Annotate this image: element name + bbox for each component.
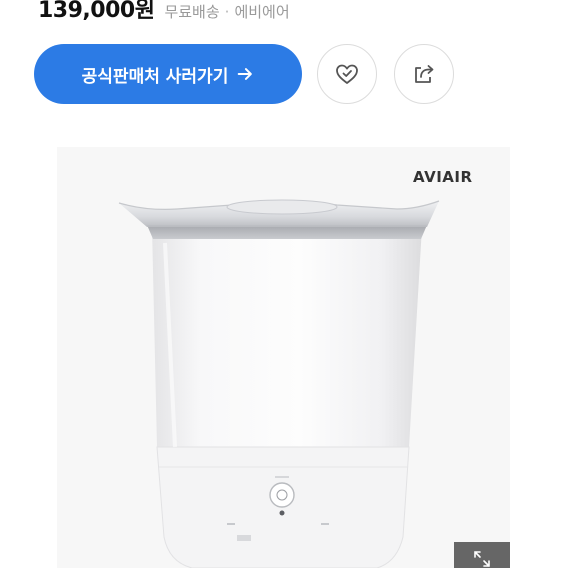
price-meta: 무료배송 · 에비에어 xyxy=(164,1,289,22)
product-detail-page: 139,000원 무료배송 · 에비에어 공식판매처 사러가기 AVIAIR xyxy=(0,0,568,568)
meta-separator: · xyxy=(224,3,230,21)
share-button[interactable] xyxy=(394,44,454,104)
product-price: 139,000원 xyxy=(38,0,155,23)
like-button[interactable] xyxy=(317,44,377,104)
product-image[interactable]: AVIAIR xyxy=(57,147,510,568)
expand-icon xyxy=(474,551,490,567)
seller-name: 에비에어 xyxy=(234,3,290,21)
price-row: 139,000원 무료배송 · 에비에어 xyxy=(38,0,290,24)
share-icon xyxy=(415,65,434,83)
humidifier-illustration xyxy=(118,199,440,568)
shipping-info: 무료배송 xyxy=(164,3,220,21)
buy-button-label: 공식판매처 사러가기 xyxy=(81,66,229,87)
brand-logo: AVIAIR xyxy=(413,168,473,186)
buy-official-store-button[interactable]: 공식판매처 사러가기 xyxy=(34,44,302,104)
heart-check-icon xyxy=(336,64,358,84)
arrow-right-icon xyxy=(238,68,253,80)
expand-image-button[interactable] xyxy=(454,542,510,568)
